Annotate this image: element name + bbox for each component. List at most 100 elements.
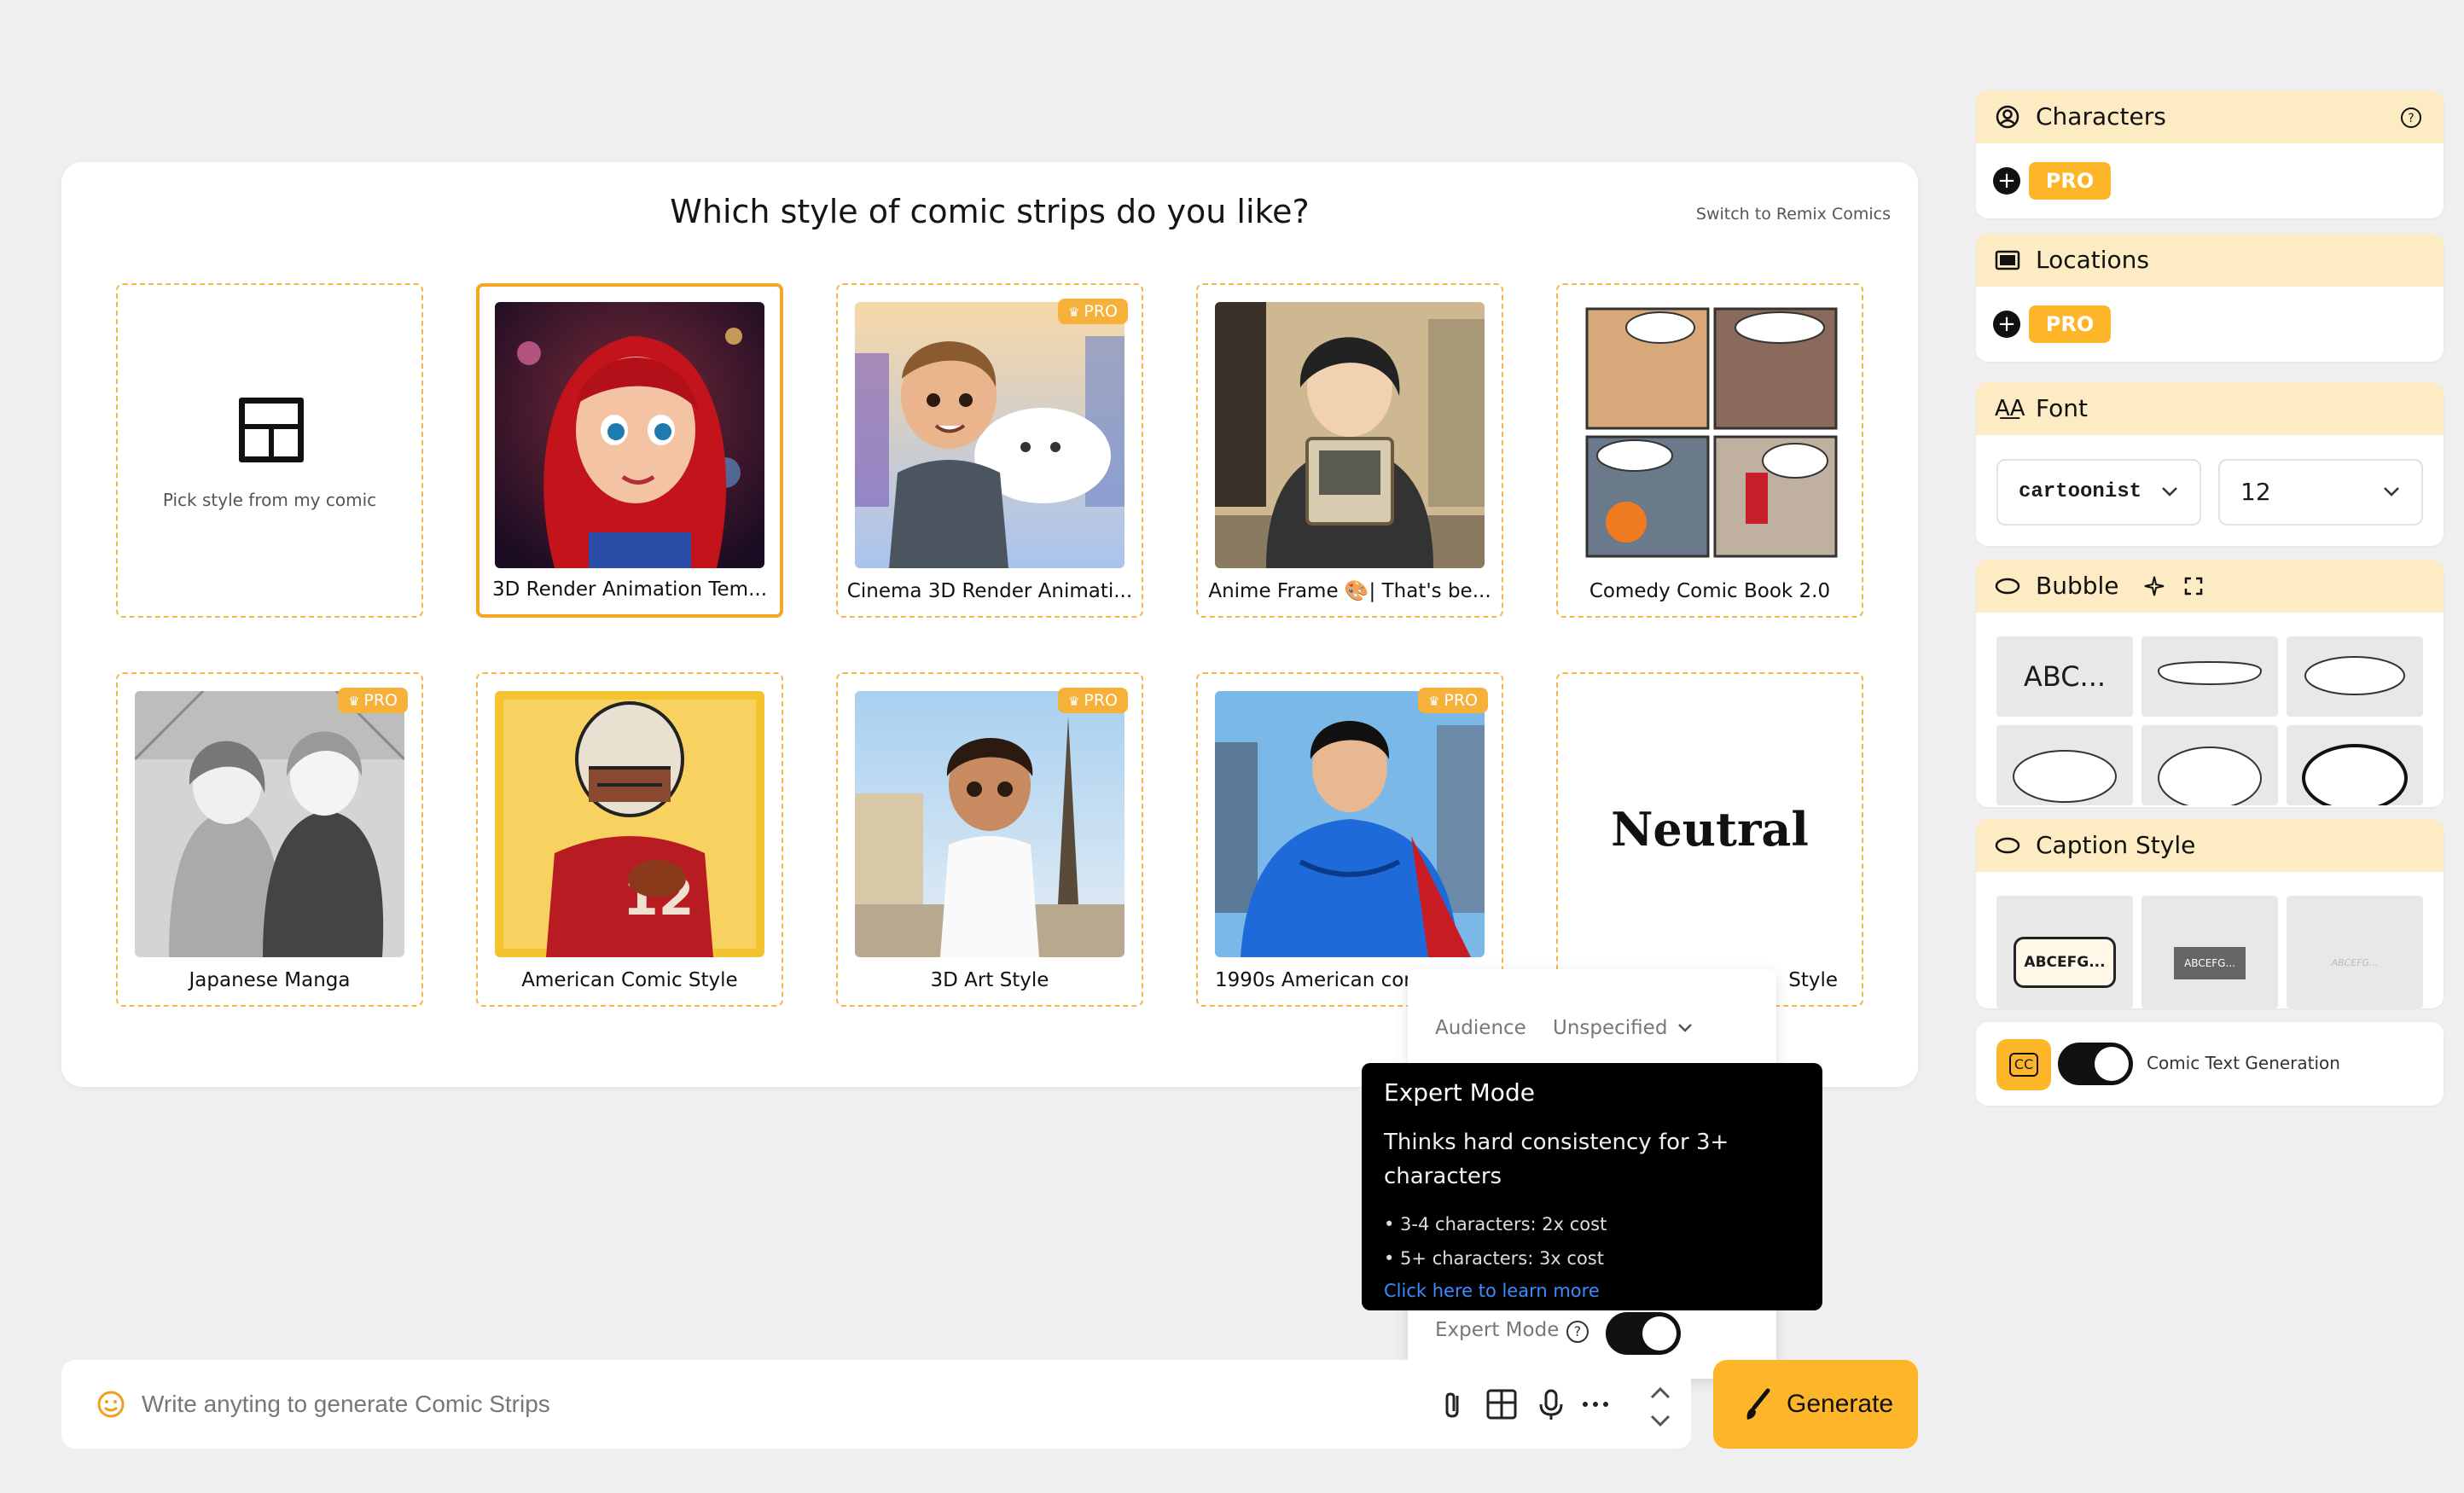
characters-panel: Characters ? + PRO: [1976, 90, 2444, 218]
caption-title: Caption Style: [2036, 831, 2196, 859]
font-family-value: cartoonist: [2019, 480, 2142, 503]
bubble-header: Bubble: [1976, 560, 2444, 613]
generate-button[interactable]: Generate: [1713, 1360, 1918, 1449]
caption-sample: ABCEFG...: [2331, 957, 2379, 968]
style-label: Cinema 3D Render Animati...: [846, 580, 1133, 602]
user-circle-icon: [1996, 105, 2019, 129]
style-tile-3d-render-animation[interactable]: 3D Render Animation Tem...: [476, 283, 783, 618]
bubble-style-option[interactable]: [1996, 725, 2133, 805]
audience-label: Audience: [1435, 1017, 1526, 1039]
image-frame-icon: [1995, 250, 2020, 270]
fullscreen-icon[interactable]: [2184, 577, 2203, 595]
neutral-text: Neutral: [1611, 802, 1809, 857]
style-tile-3d-art[interactable]: PRO 3D Art Style: [836, 672, 1143, 1007]
style-label: 3D Render Animation Tem...: [491, 578, 768, 601]
expert-mode-toggle[interactable]: [1606, 1312, 1681, 1355]
style-tile-neutral[interactable]: Neutral Style: [1556, 672, 1863, 1007]
style-tile-japanese-manga[interactable]: PRO Japanese Manga: [116, 672, 423, 1007]
tooltip-title: Expert Mode: [1384, 1078, 1535, 1107]
prompt-input[interactable]: [142, 1379, 1379, 1430]
style-tile-1990s-american-comic[interactable]: PRO 1990s American com: [1196, 672, 1503, 1007]
prompt-history-arrows-icon[interactable]: [1643, 1380, 1677, 1433]
caption-style-option[interactable]: ABCEFG...: [2287, 896, 2423, 1008]
caption-sample: ABCEFG...: [2174, 947, 2246, 979]
bubble-style-option[interactable]: [2287, 636, 2423, 717]
locations-title: Locations: [2036, 246, 2150, 274]
chevron-down-icon: [2384, 487, 2399, 497]
pro-badge: PRO: [338, 688, 408, 713]
font-family-select[interactable]: cartoonist: [1996, 459, 2201, 526]
style-label: Anime Frame 🎨| That's be...: [1208, 580, 1491, 602]
locations-pro-button[interactable]: PRO: [2029, 305, 2111, 343]
font-header: A͟A Font: [1976, 382, 2444, 435]
style-thumbnail: 12: [495, 691, 764, 957]
caption-style-panel: Caption Style ABCEFG... ABCEFG... ABCEFG…: [1976, 819, 2444, 1008]
help-icon[interactable]: ?: [2399, 106, 2423, 130]
comic-text-label: Comic Text Generation: [2147, 1053, 2340, 1073]
svg-text:?: ?: [2408, 112, 2414, 125]
pick-style-from-comic-tile[interactable]: Pick style from my comic: [116, 283, 423, 618]
tooltip-bullet: • 3-4 characters: 2x cost: [1384, 1214, 1607, 1234]
closed-caption-icon: CC: [1996, 1039, 2051, 1090]
style-label: Comedy Comic Book 2.0: [1589, 580, 1831, 602]
pro-badge: PRO: [1418, 688, 1488, 713]
caption-style-option[interactable]: ABCEFG...: [1996, 896, 2133, 1008]
chevron-down-icon: [1677, 1024, 1692, 1032]
font-panel: A͟A Font cartoonist 12: [1976, 382, 2444, 546]
help-icon[interactable]: ?: [1566, 1321, 1589, 1343]
comic-text-toggle[interactable]: [2058, 1043, 2133, 1085]
bubble-style-option[interactable]: [2141, 636, 2278, 717]
bubble-panel: Bubble ABC...: [1976, 560, 2444, 807]
sparkle-icon[interactable]: [2143, 575, 2165, 597]
font-size-select[interactable]: 12: [2218, 459, 2423, 526]
pro-badge: PRO: [1058, 299, 1128, 324]
page-title: Which style of comic strips do you like?: [670, 193, 1310, 230]
switch-to-remix-link[interactable]: Switch to Remix Comics: [1696, 205, 1891, 224]
attachment-icon[interactable]: [1435, 1386, 1473, 1423]
brush-icon: [1746, 1388, 1770, 1420]
style-picker-card: Which style of comic strips do you like?…: [61, 162, 1918, 1087]
tooltip-description: Thinks hard consistency for 3+ character…: [1384, 1130, 1729, 1189]
caption-style-option[interactable]: ABCEFG...: [2141, 896, 2278, 1008]
bubble-style-option[interactable]: [2141, 725, 2278, 807]
generate-label: Generate: [1787, 1390, 1894, 1418]
caption-sample: ABCEFG...: [2014, 937, 2116, 988]
style-tile-american-comic[interactable]: 12 American Comic Style: [476, 672, 783, 1007]
speech-bubble-icon: [1995, 578, 2020, 595]
style-tile-comedy-comic-book[interactable]: Comedy Comic Book 2.0: [1556, 283, 1863, 618]
add-character-button[interactable]: +: [1993, 167, 2020, 195]
style-thumbnail: [495, 302, 764, 568]
speech-bubble-icon: [1995, 837, 2020, 854]
layout-grid-icon: [239, 398, 304, 462]
style-label: 3D Art Style: [930, 969, 1049, 991]
learn-more-link[interactable]: Click here to learn more: [1384, 1275, 1800, 1306]
characters-header: Characters ?: [1976, 90, 2444, 143]
style-thumbnail: [1575, 302, 1845, 568]
font-size-icon: A͟A: [1995, 396, 2025, 421]
style-thumbnail: [855, 691, 1124, 957]
expert-mode-tooltip: Expert Mode Thinks hard consistency for …: [1362, 1063, 1822, 1310]
style-tile-anime-frame[interactable]: Anime Frame 🎨| That's be...: [1196, 283, 1503, 618]
bubble-title: Bubble: [2036, 572, 2119, 600]
style-tile-cinema-3d[interactable]: PRO Cinema 3D Render Animati...: [836, 283, 1143, 618]
bubble-style-text[interactable]: ABC...: [1996, 636, 2133, 717]
bubble-style-option[interactable]: [2287, 725, 2423, 807]
caption-header: Caption Style: [1976, 819, 2444, 872]
font-size-value: 12: [2240, 478, 2271, 506]
expert-mode-label: Expert Mode: [1435, 1319, 1560, 1341]
layout-icon[interactable]: [1483, 1386, 1520, 1423]
audience-dropdown[interactable]: Unspecified: [1553, 1017, 1693, 1039]
font-title: Font: [2036, 394, 2088, 422]
locations-panel: Locations + PRO: [1976, 234, 2444, 362]
chevron-down-icon: [2162, 487, 2177, 497]
characters-pro-button[interactable]: PRO: [2029, 162, 2111, 200]
microphone-icon[interactable]: [1532, 1386, 1570, 1423]
pro-badge: PRO: [1058, 688, 1128, 713]
tooltip-bullet: • 5+ characters: 3x cost: [1384, 1248, 1604, 1269]
prompt-bar: [61, 1360, 1691, 1449]
smiley-icon: [97, 1391, 125, 1418]
more-options-icon[interactable]: [1577, 1386, 1614, 1423]
add-location-button[interactable]: +: [1993, 311, 2020, 338]
characters-title: Characters: [2036, 102, 2166, 131]
style-label: Japanese Manga: [189, 969, 351, 991]
